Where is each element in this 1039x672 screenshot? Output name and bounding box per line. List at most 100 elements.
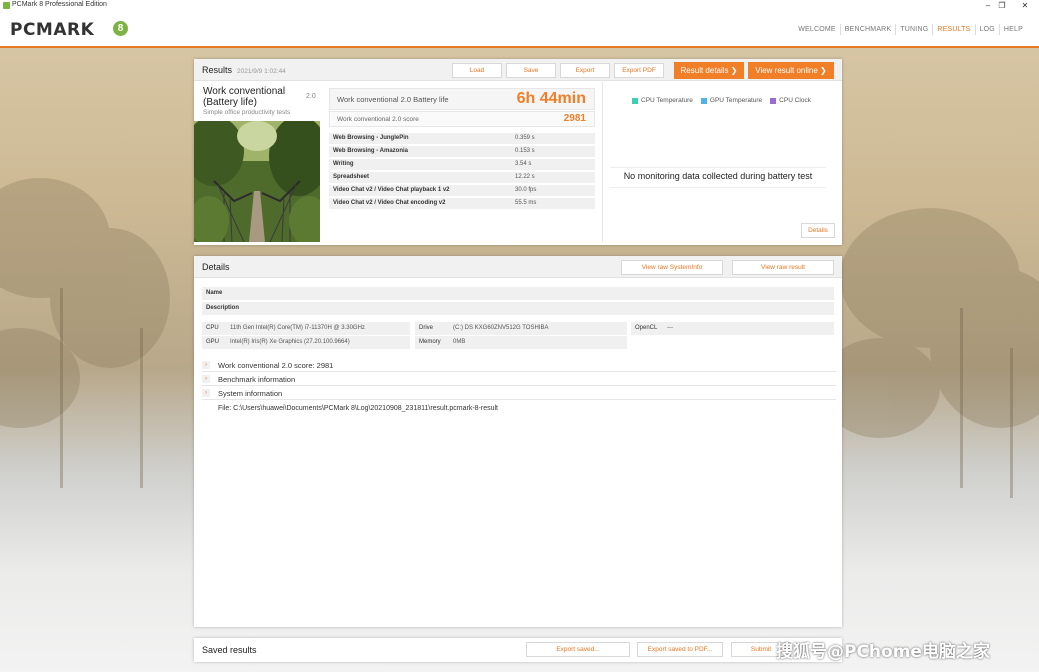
monitoring-legend: CPU Temperature GPU Temperature CPU Cloc… — [632, 97, 819, 104]
legend-label: GPU Temperature — [709, 97, 763, 104]
legend-gpu-temperature[interactable]: GPU Temperature — [700, 97, 763, 104]
cpu-value: 11th Gen Intel(R) Core(TM) i7-11370H @ 3… — [230, 325, 365, 331]
battery-life-label: Work conventional 2.0 Battery life — [337, 95, 449, 104]
pcmark-logo-badge: 8 — [113, 21, 128, 36]
close-button[interactable]: ✕ — [1015, 0, 1035, 12]
panel-divider — [602, 82, 603, 242]
view-raw-systeminfo-button[interactable]: View raw SystemInfo — [621, 260, 723, 275]
result-details-label: Result details — [680, 66, 729, 75]
expander-benchmark-info[interactable]: › Benchmark information — [202, 373, 836, 386]
test-name: Work conventional (Battery life) — [203, 86, 286, 108]
details-header: Details View raw SystemInfo View raw res… — [194, 256, 842, 278]
expand-arrow-icon[interactable]: › — [202, 375, 210, 383]
cpu-label: CPU — [206, 325, 219, 331]
cpu-row: CPU 11th Gen Intel(R) Core(TM) i7-11370H… — [202, 322, 410, 335]
work-score-label: Work conventional 2.0 score — [337, 116, 419, 123]
opencl-value: --- — [667, 325, 673, 331]
chevron-right-icon: ❯ — [820, 66, 827, 75]
results-header: Results 2021/9/9 1:02:44 Load Save Expor… — [194, 59, 842, 81]
nav-tuning[interactable]: TUNING — [895, 24, 932, 35]
saved-results-title: Saved results — [202, 645, 257, 655]
subtest-name: Writing — [333, 161, 354, 167]
subtest-value: 12.22 s — [515, 174, 535, 180]
memory-label: Memory — [419, 339, 441, 345]
nav-results[interactable]: RESULTS — [932, 24, 974, 35]
details-title: Details — [202, 262, 230, 272]
subtest-row: Video Chat v2 / Video Chat encoding v2 5… — [329, 198, 595, 210]
legend-label: CPU Clock — [779, 97, 811, 104]
expander-score[interactable]: › Work conventional 2.0 score: 2981 — [202, 359, 836, 372]
maximize-button[interactable]: ❐ — [992, 0, 1012, 12]
export-pdf-button[interactable]: Export PDF — [614, 63, 664, 78]
no-monitoring-message: No monitoring data collected during batt… — [623, 171, 813, 181]
monitoring-details-button[interactable]: Details — [801, 223, 835, 238]
legend-swatch — [632, 97, 638, 104]
battery-life-score: Work conventional 2.0 Battery life 6h 44… — [329, 88, 595, 110]
expander-system-info[interactable]: › System information — [202, 387, 836, 400]
watermark-text: 搜狐号@PChome电脑之家 — [776, 642, 990, 662]
test-description: Simple office productivity tests — [203, 109, 291, 116]
main-nav: WELCOME BENCHMARK TUNING RESULTS LOG HEL… — [794, 24, 1027, 35]
work-score-value: 2981 — [563, 113, 586, 124]
results-timestamp: 2021/9/9 1:02:44 — [237, 68, 286, 75]
view-result-online-button[interactable]: View result online ❯ — [748, 62, 834, 79]
drive-row: Drive (C:) DS KXG60ZNV512G TOSHIBA — [415, 322, 627, 335]
load-button[interactable]: Load — [452, 63, 502, 78]
export-button[interactable]: Export — [560, 63, 610, 78]
results-panel: Results 2021/9/9 1:02:44 Load Save Expor… — [194, 59, 842, 245]
saved-results-panel: Saved results Export saved... Export sav… — [194, 638, 842, 662]
description-label: Description — [206, 305, 240, 311]
result-file-path: File: C:\Users\huawei\Documents\PCMark 8… — [218, 405, 499, 412]
name-label: Name — [206, 290, 223, 296]
expand-arrow-icon[interactable]: › — [202, 389, 210, 397]
drive-value: (C:) DS KXG60ZNV512G TOSHIBA — [453, 325, 549, 331]
expander-label: Benchmark information — [218, 375, 296, 384]
subtest-row: Spreadsheet 12.22 s — [329, 172, 595, 184]
expander-label: Work conventional 2.0 score: 2981 — [218, 361, 334, 370]
legend-cpu-clock[interactable]: CPU Clock — [770, 97, 811, 104]
subtest-value: 0.153 s — [515, 148, 535, 154]
name-row: Name — [202, 287, 834, 300]
subtest-value: 55.5 ms — [515, 200, 537, 206]
expand-arrow-icon[interactable]: › — [202, 361, 210, 369]
test-version: 2.0 — [306, 93, 316, 100]
expander-label: System information — [218, 389, 283, 398]
subtest-row: Web Browsing - Amazonia 0.153 s — [329, 146, 595, 158]
subtest-value: 3.54 s — [515, 161, 532, 167]
subtest-name: Web Browsing - JunglePin — [333, 135, 409, 141]
view-raw-result-button[interactable]: View raw result — [732, 260, 834, 275]
export-saved-pdf-button[interactable]: Export saved to PDF... — [637, 642, 723, 657]
results-title: Results — [202, 65, 233, 75]
legend-label: CPU Temperature — [641, 97, 693, 104]
details-panel: Details View raw SystemInfo View raw res… — [194, 256, 842, 627]
view-online-label: View result online — [755, 66, 818, 75]
window-titlebar: PCMark 8 Professional Edition – ❐ ✕ — [0, 0, 1039, 12]
subtest-name: Spreadsheet — [333, 174, 370, 180]
subtest-name: Video Chat v2 / Video Chat playback 1 v2 — [333, 187, 450, 193]
app-header: PCMARK 8 WELCOME BENCHMARK TUNING RESULT… — [0, 12, 1039, 48]
app-icon — [3, 2, 10, 9]
subtest-value: 0.359 s — [515, 135, 535, 141]
gpu-row: GPU Intel(R) Iris(R) Xe Graphics (27.20.… — [202, 336, 410, 349]
nav-log[interactable]: LOG — [974, 24, 999, 35]
legend-swatch — [770, 97, 777, 104]
drive-label: Drive — [419, 325, 434, 331]
nav-welcome[interactable]: WELCOME — [794, 24, 840, 35]
memory-value: 0MB — [453, 339, 466, 345]
battery-life-value: 6h 44min — [516, 90, 586, 107]
subtest-value: 30.0 fps — [515, 187, 537, 193]
chevron-right-icon: ❯ — [730, 66, 738, 75]
opencl-label: OpenCL — [635, 325, 658, 331]
subtest-row: Video Chat v2 / Video Chat playback 1 v2… — [329, 185, 595, 197]
legend-cpu-temperature[interactable]: CPU Temperature — [632, 97, 693, 104]
subtest-name: Web Browsing - Amazonia — [333, 148, 409, 154]
monitoring-gridline — [610, 187, 826, 188]
result-details-button[interactable]: Result details ❯ — [674, 62, 744, 79]
nav-help[interactable]: HELP — [998, 24, 1027, 35]
nav-benchmark[interactable]: BENCHMARK — [839, 24, 896, 35]
save-button[interactable]: Save — [506, 63, 556, 78]
export-saved-button[interactable]: Export saved... — [526, 642, 630, 657]
window-title: PCMark 8 Professional Edition — [12, 1, 107, 8]
gpu-value: Intel(R) Iris(R) Xe Graphics (27.20.100.… — [230, 339, 350, 345]
subtest-row: Web Browsing - JunglePin 0.359 s — [329, 133, 595, 145]
